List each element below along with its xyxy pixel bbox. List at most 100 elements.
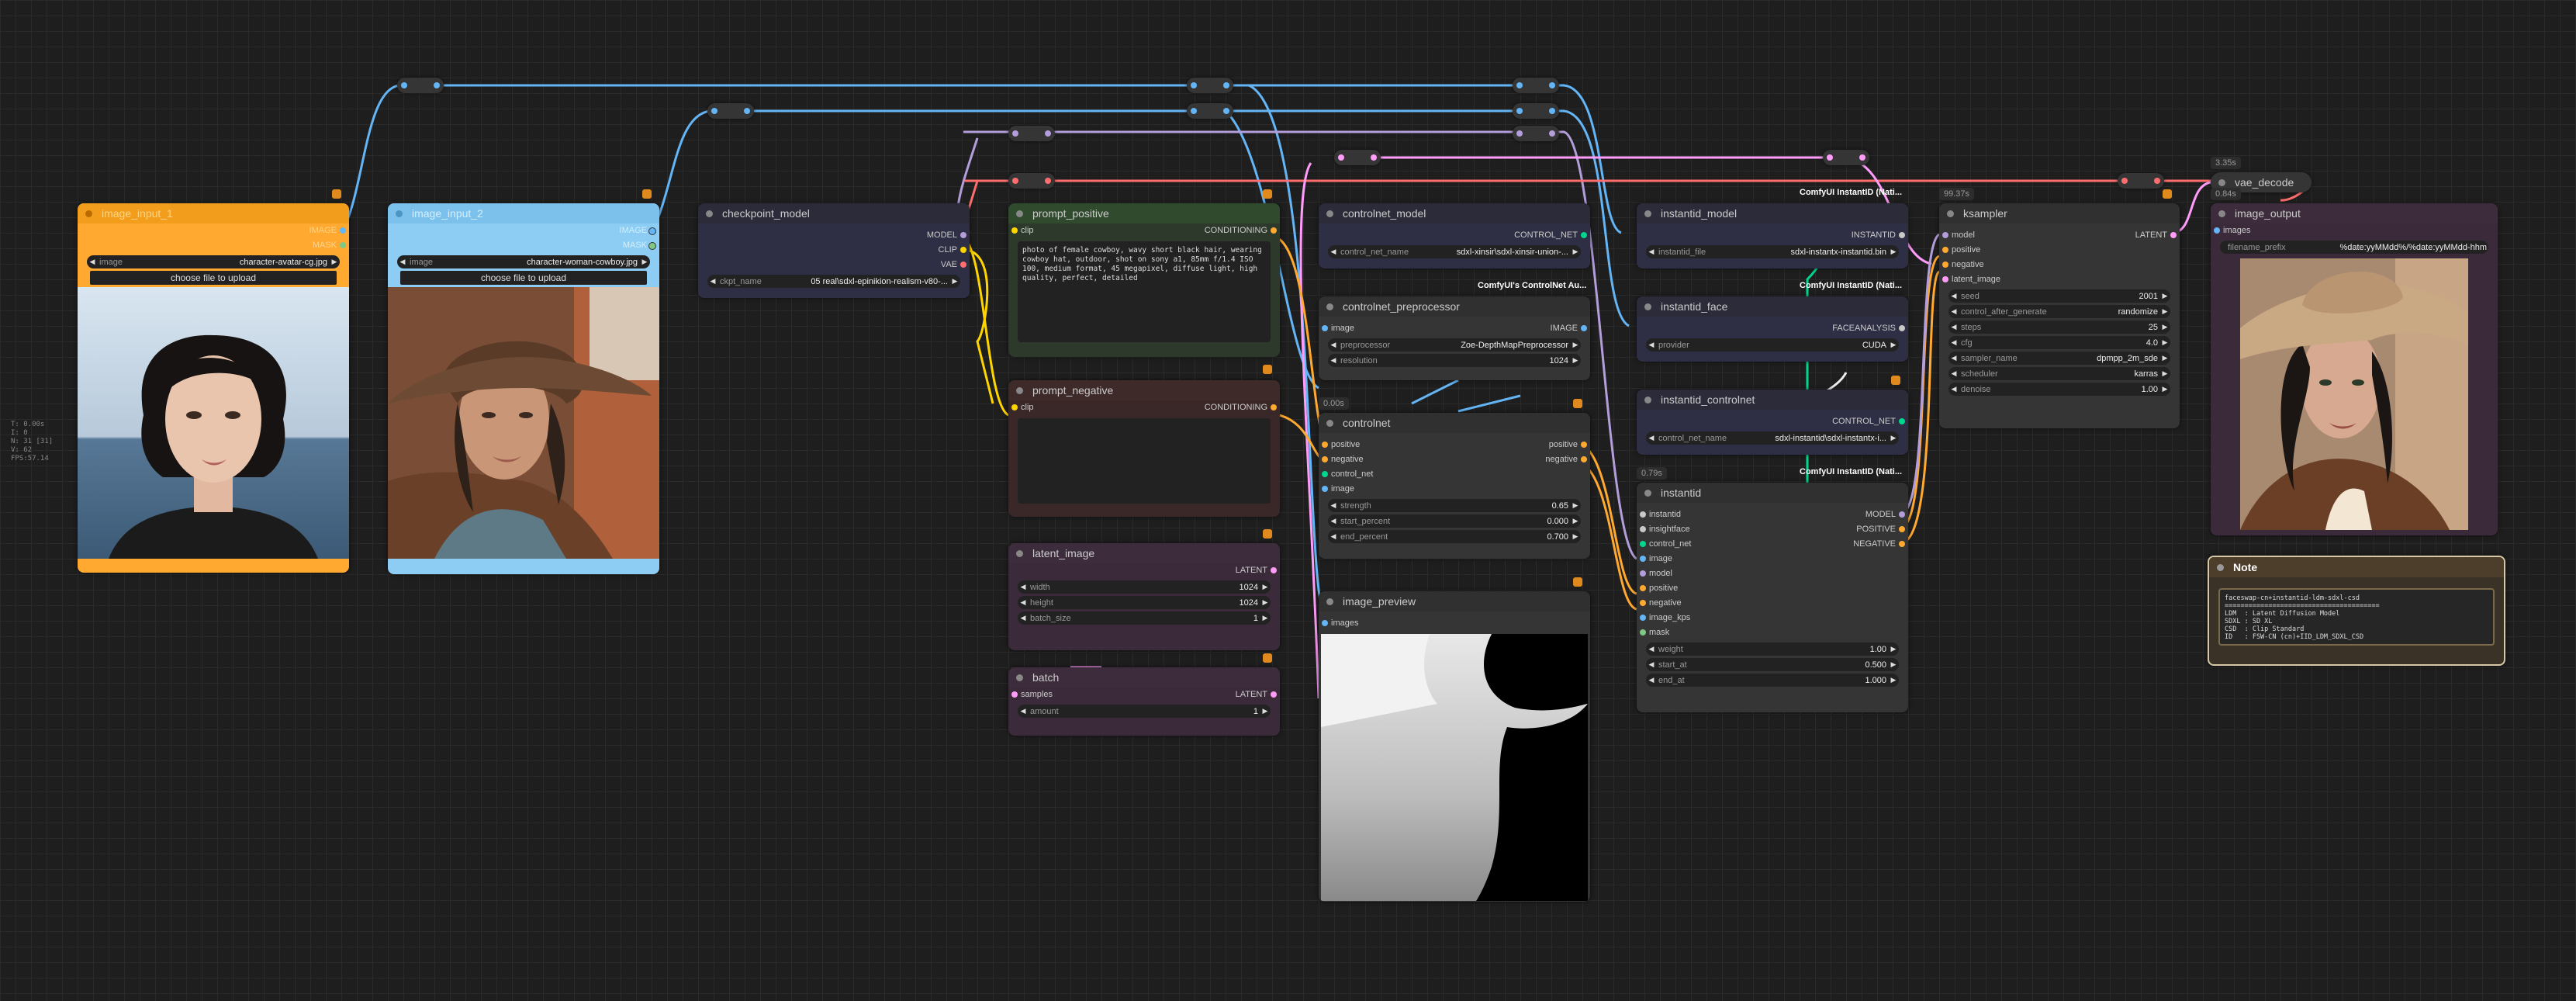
image-output-node[interactable]: image_output images filename_prefix %date…	[2211, 203, 2498, 535]
note-node[interactable]: Note faceswap-cn+instantid-ldm-sdxl-csd …	[2208, 556, 2505, 666]
input-pin[interactable]	[1640, 570, 1646, 577]
end-percent-number[interactable]: ◀ end_percent 0.700 ▶	[1328, 530, 1581, 543]
input-pin[interactable]	[1011, 404, 1018, 410]
arrow-right-icon[interactable]: ▶	[1888, 434, 1899, 442]
reroute[interactable]	[707, 103, 754, 119]
input-pin[interactable]	[1640, 600, 1646, 606]
upload-button[interactable]: choose file to upload	[90, 271, 337, 285]
controlnet-preprocessor-node[interactable]: controlnet_preprocessor image IMAGE ◀ prep…	[1319, 296, 1590, 380]
preprocessor-select[interactable]: ◀ preprocessor Zoe-DepthMapPreprocessor ▶	[1328, 338, 1581, 352]
input-pin[interactable]	[1322, 456, 1328, 462]
arrow-left-icon[interactable]: ◀	[1646, 676, 1657, 684]
input-pin[interactable]	[1640, 629, 1646, 636]
output-pin[interactable]	[1899, 511, 1905, 518]
batch-node[interactable]: batch samples LATENT ◀ amount 1 ▶	[1008, 667, 1280, 736]
arrow-left-icon[interactable]: ◀	[397, 258, 408, 266]
output-pin[interactable]	[1899, 541, 1905, 547]
output-pin[interactable]	[1271, 404, 1277, 410]
prompt-text-input[interactable]: photo of female cowboy, wavy short black…	[1018, 241, 1271, 342]
prompt-text-input[interactable]	[1018, 418, 1271, 504]
input-latent-image[interactable]: latent_image	[1939, 272, 2180, 287]
arrow-right-icon[interactable]: ▶	[1260, 598, 1271, 607]
instantid-node[interactable]: instantid instantid MODEL insightface POSI…	[1637, 483, 1908, 712]
image-select[interactable]: ◀ image character-avatar-cg.jpg ▶	[87, 255, 340, 268]
prompt-negative-node[interactable]: prompt_negative clip CONDITIONING	[1008, 380, 1280, 517]
output-pin[interactable]	[1581, 232, 1587, 238]
input-pin[interactable]	[1322, 486, 1328, 492]
reroute[interactable]	[1187, 103, 1233, 119]
output-latent[interactable]: LATENT	[1008, 563, 1280, 578]
arrow-right-icon[interactable]: ▶	[1888, 341, 1899, 349]
arrow-left-icon[interactable]: ◀	[1328, 341, 1339, 349]
controlnet-node[interactable]: controlnet positive positive negative nega…	[1319, 413, 1590, 559]
output-pin[interactable]	[1899, 526, 1905, 532]
input-pin[interactable]	[1942, 232, 1948, 238]
reroute[interactable]	[397, 78, 444, 93]
control-net-name-select[interactable]: ◀ control_net_name sdxl-instantid\sdxl-ins…	[1646, 431, 1899, 445]
output-model[interactable]: MODEL	[698, 228, 970, 243]
instantid-controlnet-node[interactable]: instantid_controlnet CONTROL_NET ◀ contro…	[1637, 390, 1908, 455]
input-pin[interactable]	[1322, 620, 1328, 626]
output-vae[interactable]: VAE	[698, 258, 970, 272]
reroute[interactable]	[1823, 150, 1869, 165]
output-instantid[interactable]: INSTANTID	[1637, 228, 1908, 243]
output-pin[interactable]	[340, 242, 346, 248]
arrow-left-icon[interactable]: ◀	[1328, 501, 1339, 510]
arrow-right-icon[interactable]: ▶	[329, 258, 340, 266]
reroute[interactable]	[1513, 126, 1559, 141]
control-net-name-select[interactable]: ◀ control_net_name sdxl-xinsir\sdxl-xinsir…	[1328, 245, 1581, 258]
input-pin[interactable]	[1011, 691, 1018, 698]
reroute[interactable]	[1008, 126, 1055, 141]
output-pin[interactable]	[1581, 325, 1587, 331]
input-image[interactable]: image	[1637, 552, 1908, 566]
ckpt-name-select[interactable]: ◀ ckpt_name 05 real\sdxl-epinikion-realism…	[707, 275, 960, 288]
arrow-left-icon[interactable]: ◀	[1948, 369, 1959, 378]
input-pin[interactable]	[1640, 615, 1646, 621]
batch-size-number[interactable]: ◀ batch_size 1 ▶	[1018, 611, 1271, 625]
input-pin[interactable]	[1640, 541, 1646, 547]
scheduler-select[interactable]: ◀ scheduler karras ▶	[1948, 367, 2170, 380]
latent-image-node[interactable]: latent_image LATENT ◀ width 1024 ▶ ◀ height 1…	[1008, 543, 1280, 650]
arrow-right-icon[interactable]: ▶	[1570, 501, 1581, 510]
input-control-net[interactable]: control_net	[1319, 467, 1590, 482]
arrow-right-icon[interactable]: ▶	[2159, 323, 2170, 331]
arrow-left-icon[interactable]: ◀	[1646, 434, 1657, 442]
input-pin[interactable]	[2214, 227, 2220, 234]
sampler-name-select[interactable]: ◀ sampler_name dpmpp_2m_sde ▶	[1948, 352, 2170, 365]
input-insightface[interactable]: insightface POSITIVE	[1637, 522, 1908, 537]
arrow-left-icon[interactable]: ◀	[87, 258, 98, 266]
arrow-right-icon[interactable]: ▶	[1570, 517, 1581, 525]
arrow-left-icon[interactable]: ◀	[1018, 598, 1029, 607]
height-number[interactable]: ◀ height 1024 ▶	[1018, 596, 1271, 609]
input-pin[interactable]	[1942, 247, 1948, 253]
output-pin[interactable]	[1899, 232, 1905, 238]
end-at-number[interactable]: ◀ end_at 1.000 ▶	[1646, 674, 1899, 687]
output-mask[interactable]: MASK	[78, 238, 349, 253]
input-pin[interactable]	[1640, 511, 1646, 518]
arrow-right-icon[interactable]: ▶	[1260, 614, 1271, 622]
arrow-left-icon[interactable]: ◀	[1948, 354, 1959, 362]
input-model[interactable]: model	[1637, 566, 1908, 581]
arrow-left-icon[interactable]: ◀	[1948, 292, 1959, 300]
instantid-face-node[interactable]: instantid_face FACEANALYSIS ◀ provider CUD…	[1637, 296, 1908, 362]
arrow-left-icon[interactable]: ◀	[1646, 341, 1657, 349]
output-control-net[interactable]: CONTROL_NET	[1319, 228, 1590, 243]
input-samples[interactable]: samples LATENT	[1008, 688, 1280, 702]
provider-select[interactable]: ◀ provider CUDA ▶	[1646, 338, 1899, 352]
arrow-right-icon[interactable]: ▶	[1888, 248, 1899, 256]
arrow-left-icon[interactable]: ◀	[1328, 248, 1339, 256]
arrow-right-icon[interactable]: ▶	[2159, 338, 2170, 347]
denoise-number[interactable]: ◀ denoise 1.00 ▶	[1948, 383, 2170, 396]
output-image[interactable]: IMAGE	[388, 223, 659, 238]
reroute[interactable]	[1334, 150, 1381, 165]
arrow-right-icon[interactable]: ▶	[1260, 583, 1271, 591]
arrow-left-icon[interactable]: ◀	[707, 277, 718, 286]
output-pin[interactable]	[2170, 232, 2177, 238]
cfg-number[interactable]: ◀ cfg 4.0 ▶	[1948, 336, 2170, 349]
input-mask[interactable]: mask	[1637, 625, 1908, 640]
reroute[interactable]	[1187, 78, 1233, 93]
reroute[interactable]	[2118, 173, 2164, 189]
input-instantid[interactable]: instantid MODEL	[1637, 507, 1908, 522]
input-positive[interactable]: positive	[1939, 243, 2180, 258]
output-pin[interactable]	[1271, 567, 1277, 573]
